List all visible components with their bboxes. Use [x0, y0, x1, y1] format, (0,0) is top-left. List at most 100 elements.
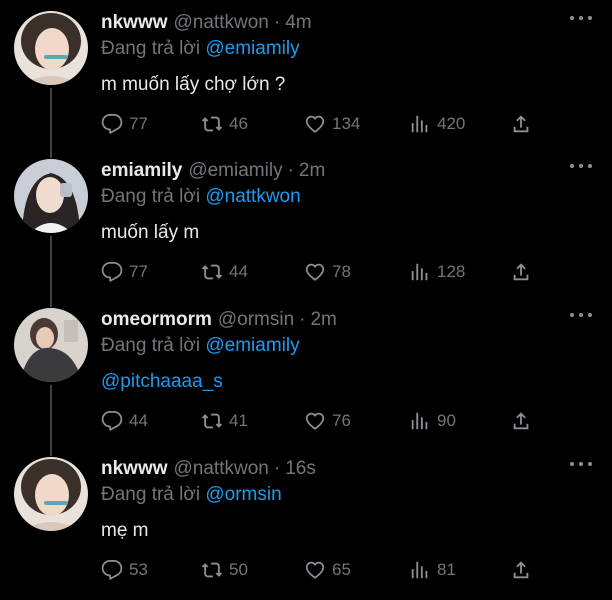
tweet-text-mention[interactable]: @pitchaaaa_s: [101, 371, 223, 393]
retweet-icon: [201, 410, 223, 432]
reply-button[interactable]: 44: [101, 408, 148, 434]
avatar[interactable]: [14, 457, 88, 531]
views-count: 420: [437, 114, 466, 133]
separator-dot: ·: [299, 309, 306, 330]
share-button[interactable]: [510, 557, 538, 583]
like-button[interactable]: 78: [304, 259, 351, 285]
tweet-header: emiamily @emiamily · 2m: [101, 160, 325, 184]
share-button[interactable]: [510, 111, 538, 137]
timestamp[interactable]: 16s: [285, 458, 316, 480]
retweet-button[interactable]: 44: [201, 259, 248, 285]
tweet[interactable]: nkwww @nattkwon · 4m Đang trả lời @emiam…: [0, 0, 612, 148]
retweet-button[interactable]: 41: [201, 408, 248, 434]
views-button[interactable]: 420: [409, 111, 465, 137]
speech-bubble-icon: [101, 261, 123, 283]
tweet-text: mẹ m: [101, 520, 149, 541]
like-count: 78: [332, 262, 351, 281]
retweet-count: 50: [229, 560, 248, 579]
views-count: 81: [437, 560, 456, 579]
tweet[interactable]: emiamily @emiamily · 2m Đang trả lời @na…: [0, 148, 612, 296]
retweet-count: 41: [229, 411, 248, 430]
share-icon: [510, 559, 532, 581]
more-options-icon[interactable]: [570, 164, 592, 170]
avatar[interactable]: [14, 308, 88, 382]
mention-link[interactable]: @emiamily: [205, 335, 299, 356]
reply-count: 44: [129, 411, 148, 430]
more-options-icon[interactable]: [570, 16, 592, 22]
display-name[interactable]: nkwww: [101, 12, 168, 34]
heart-icon: [304, 410, 326, 432]
like-button[interactable]: 76: [304, 408, 351, 434]
replying-prefix: Đang trả lời: [101, 186, 206, 207]
reply-count: 77: [129, 262, 148, 281]
timestamp[interactable]: 2m: [310, 309, 336, 331]
tweet-header: nkwww @nattkwon · 16s: [101, 458, 316, 482]
share-button[interactable]: [510, 408, 538, 434]
replying-prefix: Đang trả lời: [101, 484, 206, 505]
bar-chart-icon: [409, 559, 431, 581]
share-icon: [510, 261, 532, 283]
bar-chart-icon: [409, 261, 431, 283]
heart-icon: [304, 113, 326, 135]
username[interactable]: @nattkwon: [174, 12, 269, 34]
tweet[interactable]: omeormorm @ormsin · 2m Đang trả lời @emi…: [0, 297, 612, 445]
separator-dot: ·: [273, 458, 281, 479]
display-name[interactable]: nkwww: [101, 458, 168, 480]
retweet-button[interactable]: 46: [201, 111, 248, 137]
reply-button[interactable]: 53: [101, 557, 148, 583]
tweet-header: nkwww @nattkwon · 4m: [101, 12, 312, 36]
tweet[interactable]: nkwww @nattkwon · 16s Đang trả lời @orms…: [0, 446, 612, 594]
like-count: 134: [332, 114, 361, 133]
action-bar: 77 44 78 128: [101, 259, 541, 285]
replying-to: Đang trả lời @nattkwon: [101, 186, 301, 208]
retweet-count: 46: [229, 114, 248, 133]
retweet-count: 44: [229, 262, 248, 281]
action-bar: 44 41 76 90: [101, 408, 541, 434]
retweet-icon: [201, 261, 223, 283]
display-name[interactable]: emiamily: [101, 160, 182, 182]
mention-link[interactable]: @emiamily: [205, 38, 299, 59]
views-button[interactable]: 81: [409, 557, 456, 583]
more-options-icon[interactable]: [570, 462, 592, 468]
retweet-icon: [201, 113, 223, 135]
avatar[interactable]: [14, 11, 88, 85]
share-button[interactable]: [510, 259, 538, 285]
share-icon: [510, 410, 532, 432]
replying-to: Đang trả lời @emiamily: [101, 335, 300, 357]
speech-bubble-icon: [101, 410, 123, 432]
display-name[interactable]: omeormorm: [101, 309, 212, 331]
avatar[interactable]: [14, 159, 88, 233]
reply-count: 77: [129, 114, 148, 133]
like-count: 76: [332, 411, 351, 430]
reply-button[interactable]: 77: [101, 259, 148, 285]
timestamp[interactable]: 4m: [285, 12, 311, 34]
action-bar: 77 46 134 420: [101, 111, 541, 137]
tweet-text: m muốn lấy chợ lớn ?: [101, 74, 286, 95]
tweet-header: omeormorm @ormsin · 2m: [101, 309, 337, 333]
bar-chart-icon: [409, 410, 431, 432]
heart-icon: [304, 559, 326, 581]
separator-dot: ·: [287, 160, 294, 181]
views-button[interactable]: 90: [409, 408, 456, 434]
timestamp[interactable]: 2m: [299, 160, 325, 182]
action-bar: 53 50 65 81: [101, 557, 541, 583]
like-button[interactable]: 65: [304, 557, 351, 583]
retweet-button[interactable]: 50: [201, 557, 248, 583]
share-icon: [510, 113, 532, 135]
views-button[interactable]: 128: [409, 259, 465, 285]
like-count: 65: [332, 560, 351, 579]
mention-link[interactable]: @nattkwon: [205, 186, 300, 207]
tweet-text: muốn lấy m: [101, 222, 200, 243]
views-count: 128: [437, 262, 466, 281]
heart-icon: [304, 261, 326, 283]
replying-to: Đang trả lời @ormsin: [101, 484, 282, 506]
username[interactable]: @ormsin: [218, 309, 294, 331]
username[interactable]: @nattkwon: [174, 458, 269, 480]
replying-prefix: Đang trả lời: [101, 335, 206, 356]
replying-prefix: Đang trả lời: [101, 38, 206, 59]
more-options-icon[interactable]: [570, 313, 592, 319]
username[interactable]: @emiamily: [188, 160, 282, 182]
mention-link[interactable]: @ormsin: [205, 484, 281, 505]
reply-button[interactable]: 77: [101, 111, 148, 137]
like-button[interactable]: 134: [304, 111, 360, 137]
